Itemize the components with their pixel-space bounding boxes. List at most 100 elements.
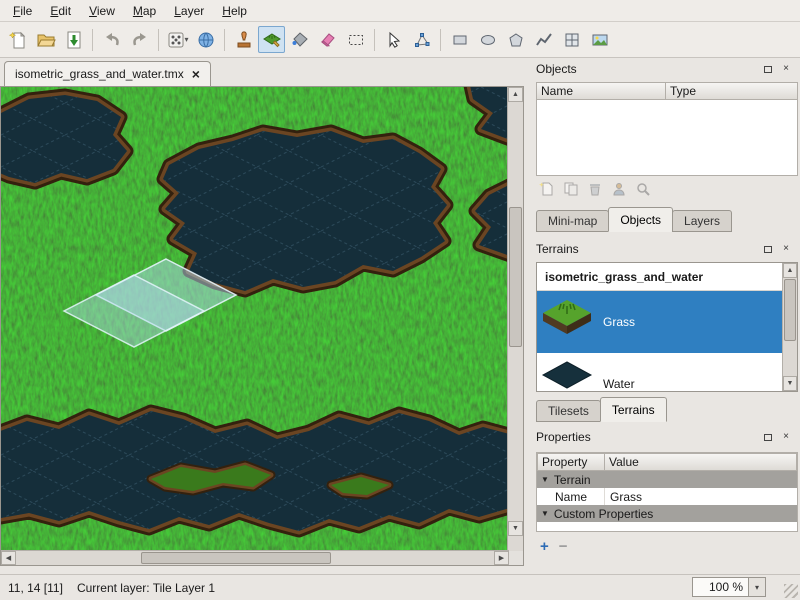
property-name: Name bbox=[537, 490, 605, 504]
insert-polygon-button[interactable] bbox=[502, 26, 529, 53]
column-property[interactable]: Property bbox=[537, 453, 605, 471]
eraser-icon bbox=[318, 30, 338, 50]
toolbar-separator bbox=[374, 29, 375, 51]
collapse-icon[interactable]: ▼ bbox=[541, 475, 549, 484]
edit-object-button[interactable] bbox=[610, 180, 628, 198]
column-name[interactable]: Name bbox=[536, 82, 666, 100]
menu-layer[interactable]: Layer bbox=[165, 2, 213, 20]
menu-view[interactable]: View bbox=[80, 2, 124, 20]
bucket-fill-icon bbox=[290, 30, 310, 50]
duplicate-object-icon bbox=[563, 181, 579, 197]
objects-dock-label: Objects bbox=[536, 62, 762, 76]
duplicate-object-button[interactable] bbox=[562, 180, 580, 198]
scroll-up-icon[interactable]: ▲ bbox=[783, 263, 797, 278]
property-group-terrain[interactable]: ▼ Terrain bbox=[537, 471, 797, 488]
scroll-up-icon[interactable]: ▲ bbox=[508, 87, 523, 102]
menu-map[interactable]: Map bbox=[124, 2, 165, 20]
properties-header: Property Value bbox=[537, 453, 797, 471]
scroll-down-icon[interactable]: ▼ bbox=[783, 376, 797, 391]
toolbar-separator bbox=[92, 29, 93, 51]
resize-grip[interactable] bbox=[784, 584, 798, 598]
insert-image-button[interactable] bbox=[586, 26, 613, 53]
add-property-button[interactable]: + bbox=[540, 540, 549, 554]
map-canvas[interactable] bbox=[1, 87, 508, 550]
properties-table[interactable]: Property Value ▼ Terrain Name Grass ▼ Cu… bbox=[536, 452, 798, 532]
objects-toolbar bbox=[538, 179, 798, 199]
tab-layers-label: Layers bbox=[684, 214, 720, 228]
open-file-icon bbox=[36, 30, 56, 50]
terrain-item-grass[interactable]: Grass bbox=[537, 291, 784, 353]
undo-button[interactable] bbox=[98, 26, 125, 53]
tab-objects[interactable]: Objects bbox=[608, 207, 673, 232]
stamp-brush-icon bbox=[234, 30, 254, 50]
collapse-icon[interactable]: ▼ bbox=[541, 509, 549, 518]
terrain-item-water[interactable]: Water bbox=[537, 353, 784, 392]
new-object-button[interactable] bbox=[538, 180, 556, 198]
tab-close-icon[interactable]: × bbox=[192, 68, 200, 80]
objects-list[interactable] bbox=[536, 100, 798, 176]
insert-rectangle-icon bbox=[450, 30, 470, 50]
horizontal-scroll-thumb[interactable] bbox=[141, 552, 331, 564]
tab-layers[interactable]: Layers bbox=[672, 210, 732, 232]
zoom-combo[interactable]: 100 % ▾ bbox=[692, 577, 766, 597]
terrain-label: Grass bbox=[603, 315, 635, 329]
close-dock-icon[interactable]: × bbox=[780, 243, 792, 255]
scroll-left-icon[interactable]: ◀ bbox=[1, 551, 16, 565]
current-layer-status: Current layer: Tile Layer 1 bbox=[77, 581, 215, 595]
terrains-scrollbar[interactable]: ▲ ▼ bbox=[782, 263, 797, 391]
search-object-button[interactable] bbox=[634, 180, 652, 198]
document-tab[interactable]: isometric_grass_and_water.tmx × bbox=[4, 61, 211, 86]
terrains-scroll-thumb[interactable] bbox=[784, 279, 796, 341]
rect-select-button[interactable] bbox=[342, 26, 369, 53]
insert-ellipse-button[interactable] bbox=[474, 26, 501, 53]
zoom-dropdown-icon[interactable]: ▾ bbox=[748, 578, 765, 596]
float-dock-icon[interactable] bbox=[762, 243, 774, 255]
dice-button[interactable]: ▾ bbox=[164, 26, 191, 53]
tab-objects-label: Objects bbox=[620, 213, 661, 227]
tab-terrains[interactable]: Terrains bbox=[600, 397, 667, 422]
close-dock-icon[interactable]: × bbox=[780, 63, 792, 75]
tab-mini-map[interactable]: Mini-map bbox=[536, 210, 609, 232]
edit-polygons-button[interactable] bbox=[408, 26, 435, 53]
open-file-button[interactable] bbox=[32, 26, 59, 53]
remove-property-button[interactable]: − bbox=[559, 540, 568, 554]
save-file-button[interactable] bbox=[60, 26, 87, 53]
tileset-group-header[interactable]: isometric_grass_and_water bbox=[537, 263, 797, 291]
redo-button[interactable] bbox=[126, 26, 153, 53]
column-type[interactable]: Type bbox=[666, 82, 798, 100]
map-horizontal-scrollbar[interactable]: ◀ ▶ bbox=[1, 550, 509, 565]
close-dock-icon[interactable]: × bbox=[780, 431, 792, 443]
globe-button[interactable] bbox=[192, 26, 219, 53]
insert-rectangle-button[interactable] bbox=[446, 26, 473, 53]
float-dock-icon[interactable] bbox=[762, 431, 774, 443]
map-vertical-scrollbar[interactable]: ▲ ▼ bbox=[507, 87, 523, 551]
vertical-scroll-thumb[interactable] bbox=[509, 207, 522, 347]
scroll-right-icon[interactable]: ▶ bbox=[494, 551, 509, 565]
remove-object-button[interactable] bbox=[586, 180, 604, 198]
map-view[interactable]: ▲ ▼ ◀ ▶ bbox=[0, 86, 524, 566]
bucket-fill-button[interactable] bbox=[286, 26, 313, 53]
tab-tilesets[interactable]: Tilesets bbox=[536, 400, 601, 422]
new-file-button[interactable] bbox=[4, 26, 31, 53]
menu-edit[interactable]: Edit bbox=[41, 2, 80, 20]
rect-select-icon bbox=[346, 30, 366, 50]
grass-tile-thumbnail bbox=[539, 296, 595, 348]
stamp-brush-button[interactable] bbox=[230, 26, 257, 53]
property-group-custom[interactable]: ▼ Custom Properties bbox=[537, 505, 797, 522]
property-row-name[interactable]: Name Grass bbox=[537, 488, 797, 505]
float-dock-icon[interactable] bbox=[762, 63, 774, 75]
menu-file[interactable]: File bbox=[4, 2, 41, 20]
select-object-button[interactable] bbox=[380, 26, 407, 53]
terrain-brush-button[interactable] bbox=[258, 26, 285, 53]
scroll-down-icon[interactable]: ▼ bbox=[508, 521, 523, 536]
insert-tile-button[interactable] bbox=[558, 26, 585, 53]
menu-help[interactable]: Help bbox=[213, 2, 256, 20]
column-value[interactable]: Value bbox=[605, 453, 797, 471]
insert-polyline-button[interactable] bbox=[530, 26, 557, 53]
edit-object-icon bbox=[611, 181, 627, 197]
terrains-panel[interactable]: isometric_grass_and_water Grass Water ▲ … bbox=[536, 262, 798, 392]
terrain-label: Water bbox=[603, 377, 635, 391]
isometric-map bbox=[1, 87, 508, 550]
eraser-button[interactable] bbox=[314, 26, 341, 53]
property-value[interactable]: Grass bbox=[605, 490, 642, 504]
